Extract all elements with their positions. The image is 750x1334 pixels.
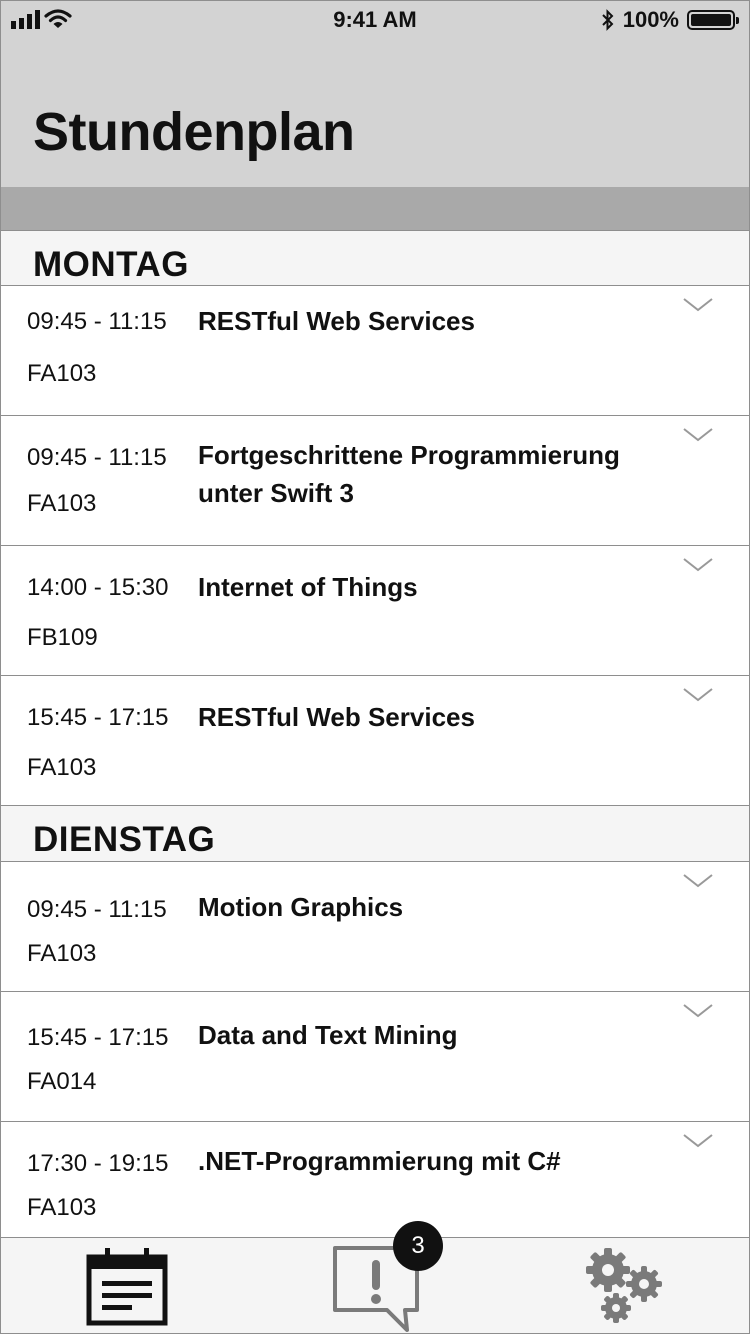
schedule-row[interactable]: 15:45 - 17:15 Data and Text Mining FA014 [1,992,749,1122]
room-label: FA103 [27,1194,97,1221]
lecture-time: 14:00 - 15:30 [27,574,169,601]
app-screen: 9:41 AM 100% Stundenplan MONTAG 09:45 - … [0,0,750,1334]
chevron-down-icon[interactable] [683,558,713,572]
section-header-montag: MONTAG [1,230,749,286]
section-header-dienstag: DIENSTAG [1,806,749,862]
room-label: FA103 [27,754,97,781]
lecture-time: 17:30 - 19:15 [27,1150,169,1177]
lecture-time: 15:45 - 17:15 [27,1024,169,1051]
course-title: Motion Graphics [198,892,404,922]
section-day-label: DIENSTAG [33,820,216,859]
section-day-label: MONTAG [33,245,189,284]
chevron-down-icon[interactable] [683,688,713,702]
lecture-time: 09:45 - 11:15 [27,896,167,923]
schedule-list[interactable]: MONTAG 09:45 - 11:15 RESTful Web Service… [1,230,749,1252]
tab-settings[interactable] [500,1238,749,1333]
chevron-down-icon[interactable] [683,298,713,312]
chevron-down-icon[interactable] [683,428,713,442]
schedule-row[interactable]: 09:45 - 11:15 Motion Graphics FA103 [1,862,749,992]
schedule-row[interactable]: 15:45 - 17:15 RESTful Web Services FA103 [1,676,749,806]
course-title: Internet of Things [198,572,418,602]
room-label: FB109 [27,624,98,651]
chevron-down-icon[interactable] [683,1134,713,1148]
lecture-time: 09:45 - 11:15 [27,444,167,471]
notification-badge: 3 [393,1221,443,1271]
chevron-down-icon[interactable] [683,1004,713,1018]
tab-bar [1,1237,749,1333]
course-title: RESTful Web Services [198,702,475,732]
settings-gears-icon [586,1248,662,1323]
bluetooth-icon [602,9,614,31]
schedule-row[interactable]: 17:30 - 19:15 .NET-Programmierung mit C#… [1,1122,749,1252]
calendar-icon [86,1248,168,1326]
schedule-row[interactable]: 14:00 - 15:30 Internet of Things FB109 [1,546,749,676]
navigation-bar: Stundenplan [1,39,749,188]
status-right: 100% [601,7,739,33]
header-divider-band [1,188,749,230]
schedule-row[interactable]: 09:45 - 11:15 RESTful Web Services FA103 [1,286,749,416]
status-bar: 9:41 AM 100% [1,1,749,39]
room-label: FA014 [27,1068,97,1095]
battery-percent: 100% [622,7,679,32]
course-title: .NET-Programmierung mit C# [198,1146,561,1176]
course-title: Fortgeschrittene Programmierung unter Sw… [198,440,620,508]
lecture-time: 09:45 - 11:15 [27,308,167,335]
battery-icon [687,10,739,30]
schedule-row[interactable]: 09:45 - 11:15 Fortgeschrittene Programmi… [1,416,749,546]
room-label: FA103 [27,360,97,387]
course-title: Data and Text Mining [198,1020,458,1050]
room-label: FA103 [27,940,97,967]
tab-schedule[interactable] [1,1238,250,1333]
page-title: Stundenplan [33,102,355,162]
lecture-time: 15:45 - 17:15 [27,704,169,731]
tab-notifications[interactable] [251,1238,500,1333]
chevron-down-icon[interactable] [683,874,713,888]
course-title: RESTful Web Services [198,306,475,336]
room-label: FA103 [27,490,97,517]
